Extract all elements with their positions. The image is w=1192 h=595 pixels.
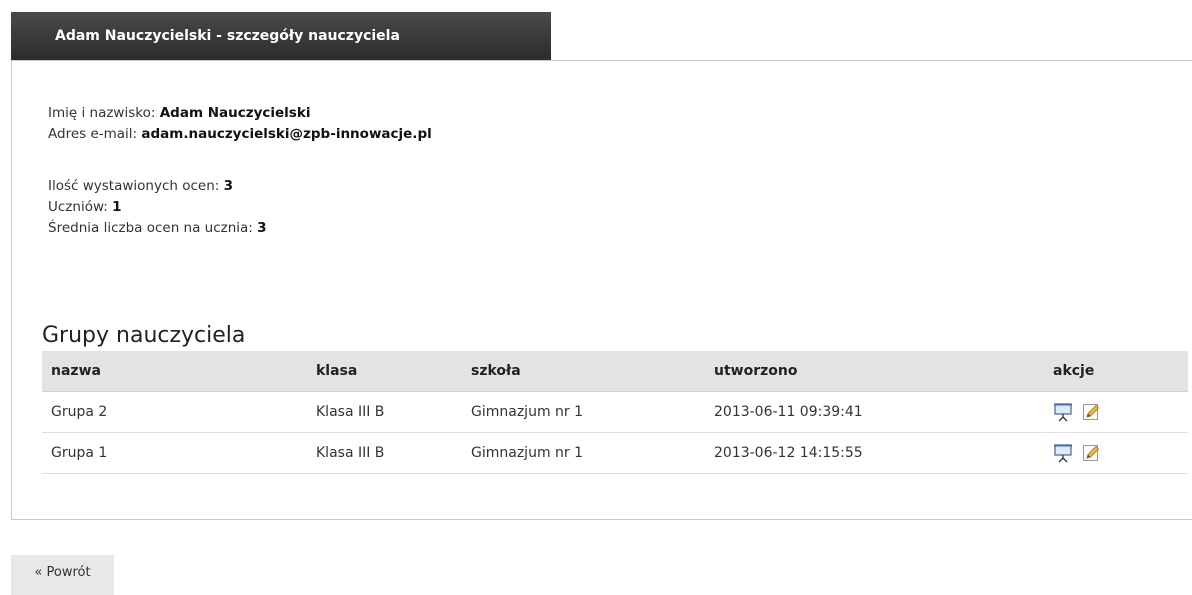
column-header-school[interactable]: szkoła xyxy=(462,351,705,392)
column-header-name[interactable]: nazwa xyxy=(42,351,307,392)
column-header-class[interactable]: klasa xyxy=(307,351,462,392)
column-header-created[interactable]: utworzono xyxy=(705,351,1044,392)
table-row: Grupa 1 Klasa III B Gimnazjum nr 1 2013-… xyxy=(42,432,1188,474)
group-class-cell: Klasa III B xyxy=(307,432,462,474)
teacher-name-label: Imię i nazwisko: xyxy=(48,105,156,121)
page-title-tab: Adam Nauczycielski - szczegóły nauczycie… xyxy=(11,12,551,60)
teacher-name-line: Imię i nazwisko: Adam Nauczycielski xyxy=(48,103,432,124)
grades-count-label: Ilość wystawionych ocen: xyxy=(48,178,220,194)
groups-table-header: nazwa klasa szkoła utworzono akcje xyxy=(42,351,1188,392)
presentation-icon[interactable] xyxy=(1053,443,1073,463)
avg-grades-line: Średnia liczba ocen na ucznia: 3 xyxy=(48,218,267,239)
avg-grades-label: Średnia liczba ocen na ucznia: xyxy=(48,220,253,236)
group-name-cell: Grupa 1 xyxy=(42,432,307,474)
grades-count-line: Ilość wystawionych ocen: 3 xyxy=(48,176,267,197)
teacher-details-panel: Imię i nazwisko: Adam Nauczycielski Adre… xyxy=(11,60,1192,520)
page-title: Adam Nauczycielski - szczegóły nauczycie… xyxy=(55,28,400,44)
students-count-value: 1 xyxy=(112,199,122,215)
grades-count-value: 3 xyxy=(223,178,234,194)
teacher-name-value: Adam Nauczycielski xyxy=(159,105,311,121)
students-count-line: Uczniów: 1 xyxy=(48,197,267,218)
teacher-email-label: Adres e-mail: xyxy=(48,126,138,142)
group-class-cell: Klasa III B xyxy=(307,391,462,433)
avg-grades-value: 3 xyxy=(257,220,267,236)
groups-table: nazwa klasa szkoła utworzono akcje Grupa… xyxy=(42,351,1188,474)
table-row: Grupa 2 Klasa III B Gimnazjum nr 1 2013-… xyxy=(42,391,1188,433)
back-button[interactable]: « Powrót xyxy=(11,555,114,595)
column-header-actions: akcje xyxy=(1044,351,1188,392)
teacher-info: Imię i nazwisko: Adam Nauczycielski Adre… xyxy=(48,103,432,145)
edit-icon[interactable] xyxy=(1081,443,1101,463)
teacher-stats: Ilość wystawionych ocen: 3 Uczniów: 1 Śr… xyxy=(48,176,267,239)
group-school-cell: Gimnazjum nr 1 xyxy=(462,391,705,433)
teacher-email-value: adam.nauczycielski@zpb-innowacje.pl xyxy=(141,126,432,142)
group-created-cell: 2013-06-12 14:15:55 xyxy=(705,432,1044,474)
teacher-email-line: Adres e-mail: adam.nauczycielski@zpb-inn… xyxy=(48,124,432,145)
presentation-icon[interactable] xyxy=(1053,402,1073,422)
group-actions-cell xyxy=(1044,432,1188,474)
group-created-cell: 2013-06-11 09:39:41 xyxy=(705,391,1044,433)
group-name-cell: Grupa 2 xyxy=(42,391,307,433)
students-count-label: Uczniów: xyxy=(48,199,108,215)
edit-icon[interactable] xyxy=(1081,402,1101,422)
group-school-cell: Gimnazjum nr 1 xyxy=(462,432,705,474)
group-actions-cell xyxy=(1044,391,1188,433)
groups-section-title: Grupy nauczyciela xyxy=(42,323,246,348)
